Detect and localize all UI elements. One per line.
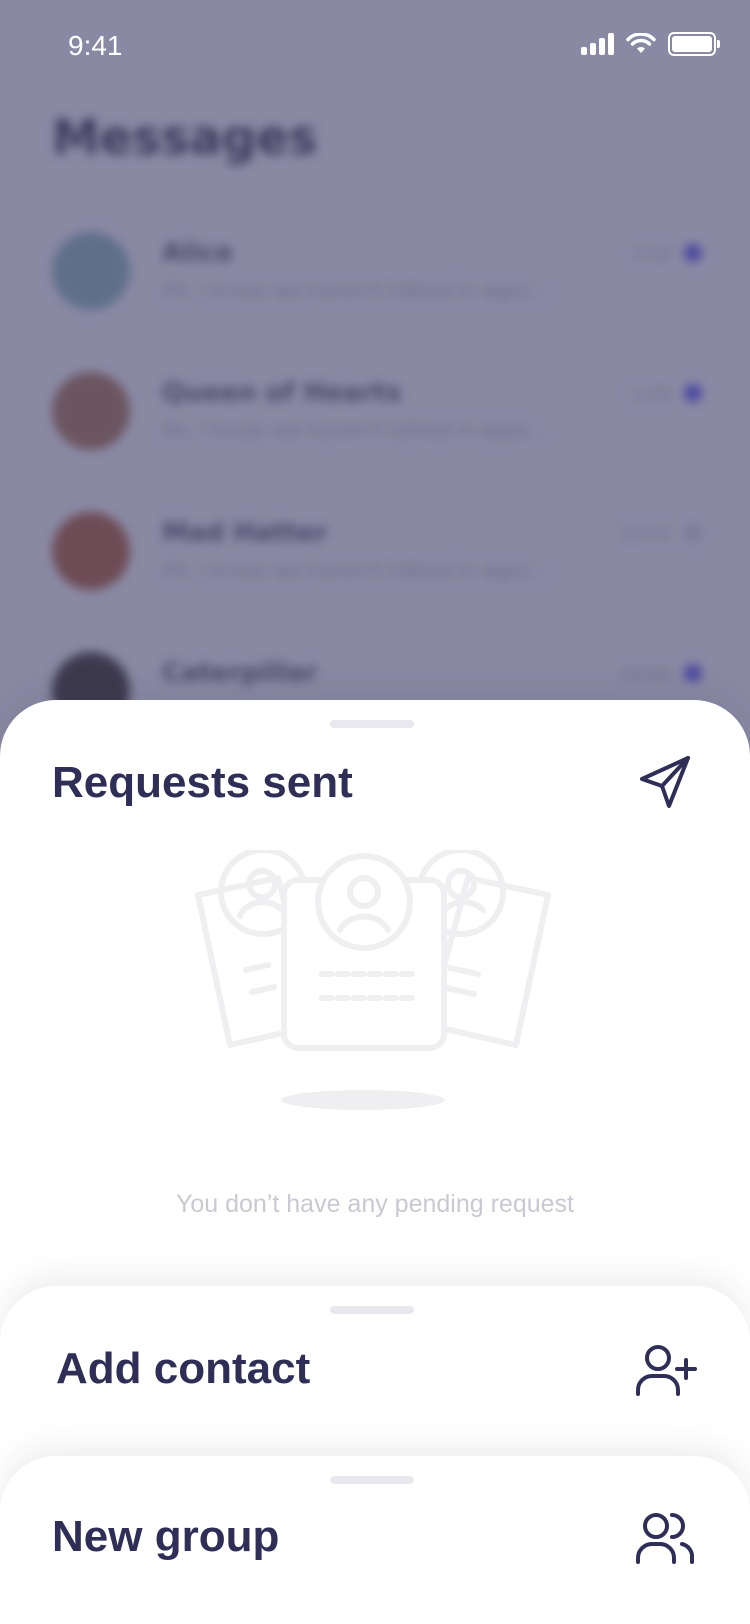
conversation-row: Alice Ah, I know we haven't talked in ag…	[52, 232, 702, 322]
conversation-preview: Ah, I know we haven't talked in ages...	[162, 558, 549, 582]
conversation-time: 1:02	[631, 384, 672, 405]
new-group-title: New group	[52, 1512, 280, 1561]
empty-requests-illustration	[195, 850, 551, 1110]
status-bar: 9:41	[0, 0, 750, 96]
conversation-time: 1:02	[631, 244, 672, 265]
conversation-preview: Ah, I know we haven't talked in ages...	[162, 418, 549, 442]
conversation-row: Queen of Hearts Ah, I know we haven't ta…	[52, 372, 702, 462]
conversation-row: Mad Hatter Ah, I know we haven't talked …	[52, 512, 702, 602]
cellular-signal-icon	[581, 33, 614, 55]
send-icon[interactable]	[636, 752, 696, 812]
unread-dot	[684, 244, 702, 262]
status-time: 9:41	[68, 30, 123, 61]
wifi-icon	[626, 33, 656, 53]
avatar	[52, 372, 130, 450]
sheet-handle[interactable]	[330, 1476, 414, 1484]
conversation-time: 10:01	[620, 664, 672, 685]
unread-dot	[684, 384, 702, 402]
conversation-preview: Ah, I know we haven't talked in ages...	[162, 278, 549, 302]
add-contact-title: Add contact	[56, 1344, 311, 1393]
requests-sent-title: Requests sent	[52, 758, 353, 807]
conversation-name: Caterpillar	[162, 658, 318, 688]
sheet-handle[interactable]	[330, 720, 414, 728]
messages-title: Messages	[52, 110, 318, 166]
battery-icon	[668, 32, 720, 56]
conversation-name: Queen of Hearts	[162, 378, 402, 408]
conversation-name: Alice	[162, 238, 233, 268]
users-icon[interactable]	[634, 1510, 698, 1566]
conversation-name: Mad Hatter	[162, 518, 328, 548]
new-group-sheet[interactable]: New group	[0, 1456, 750, 1624]
conversation-time: 10:01	[620, 524, 672, 545]
blurred-messages: Messages Alice Ah, I know we haven't tal…	[0, 0, 750, 760]
avatar	[52, 512, 130, 590]
messages-background: Messages Alice Ah, I know we haven't tal…	[0, 0, 750, 760]
unread-dot	[684, 664, 702, 682]
add-user-icon[interactable]	[634, 1342, 698, 1398]
avatar	[52, 232, 130, 310]
sheet-handle[interactable]	[330, 1306, 414, 1314]
read-check	[684, 524, 702, 542]
empty-requests-message: You don’t have any pending request	[175, 1190, 574, 1218]
status-icons	[581, 32, 720, 56]
